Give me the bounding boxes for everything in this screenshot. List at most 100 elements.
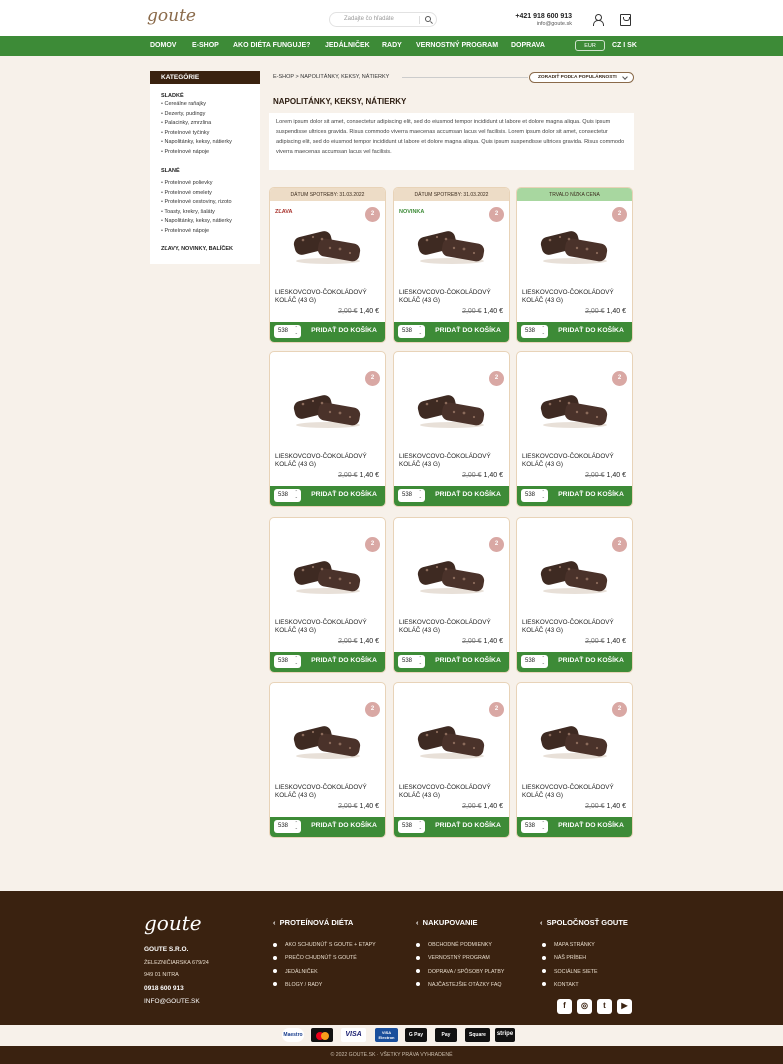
sidebar-group-slane[interactable]: SLANÉ [161, 168, 180, 174]
sidebar-item[interactable]: Cereálne raňajky [161, 100, 232, 110]
add-to-cart-button[interactable]: PRIDAŤ DO KOŠÍKA [429, 657, 507, 664]
footer-logo[interactable]: goute [144, 911, 202, 935]
site-logo[interactable]: goute [147, 6, 196, 26]
product-name[interactable]: LIESKOVCOVO-ČOKOLÁDOVÝ KOLÁČ (43 G) [275, 289, 385, 304]
footer-phone[interactable]: 0918 600 913 [144, 985, 184, 992]
sidebar-item[interactable]: Proteínové cestoviny, rizoto [161, 198, 232, 208]
product-image[interactable] [288, 721, 366, 761]
product-card[interactable]: TRVALO NÍZKA CENA 2 LIESKOVCOVO-ČOKOLÁDOVÝ… [516, 187, 633, 343]
header-email[interactable]: info@goute.sk [506, 21, 572, 27]
product-name[interactable]: LIESKOVCOVO-ČOKOLÁDOVÝ KOLÁČ (43 G) [522, 619, 632, 634]
product-card[interactable]: 2 LIESKOVCOVO-ČOKOLÁDOVÝ KOLÁČ (43 G) 2,00… [269, 351, 386, 507]
facebook-icon[interactable]: f [557, 999, 572, 1014]
product-name[interactable]: LIESKOVCOVO-ČOKOLÁDOVÝ KOLÁČ (43 G) [399, 453, 509, 468]
footer-email[interactable]: INFO@GOUTE.SK [144, 998, 200, 1005]
variant-count-badge[interactable]: 2 [489, 702, 504, 717]
product-image[interactable] [288, 556, 366, 596]
quantity-stepper[interactable]: 538 [398, 820, 425, 833]
footer-link[interactable]: OBCHODNÉ PODMIENKY [416, 939, 504, 952]
add-to-cart-button[interactable]: PRIDAŤ DO KOŠÍKA [552, 657, 630, 664]
product-card[interactable]: 2 LIESKOVCOVO-ČOKOLÁDOVÝ KOLÁČ (43 G) 2,00… [393, 517, 510, 673]
variant-count-badge[interactable]: 2 [365, 537, 380, 552]
product-name[interactable]: LIESKOVCOVO-ČOKOLÁDOVÝ KOLÁČ (43 G) [275, 619, 385, 634]
breadcrumb[interactable]: E-SHOP > NAPOLITÁNKY, KEKSY, NÁTIERKY [273, 74, 389, 80]
product-name[interactable]: LIESKOVCOVO-ČOKOLÁDOVÝ KOLÁČ (43 G) [522, 289, 632, 304]
product-name[interactable]: LIESKOVCOVO-ČOKOLÁDOVÝ KOLÁČ (43 G) [522, 784, 632, 799]
quantity-stepper[interactable]: 538 [274, 489, 301, 502]
variant-count-badge[interactable]: 2 [489, 537, 504, 552]
quantity-stepper[interactable]: 538 [274, 820, 301, 833]
add-to-cart-button[interactable]: PRIDAŤ DO KOŠÍKA [552, 822, 630, 829]
product-image[interactable] [535, 226, 613, 266]
product-card[interactable]: 2 LIESKOVCOVO-ČOKOLÁDOVÝ KOLÁČ (43 G) 2,00… [516, 682, 633, 838]
currency-button[interactable]: EUR [575, 40, 605, 51]
product-card[interactable]: 2 LIESKOVCOVO-ČOKOLÁDOVÝ KOLÁČ (43 G) 2,00… [393, 351, 510, 507]
variant-count-badge[interactable]: 2 [365, 371, 380, 386]
product-image[interactable] [288, 226, 366, 266]
product-name[interactable]: LIESKOVCOVO-ČOKOLÁDOVÝ KOLÁČ (43 G) [399, 619, 509, 634]
footer-link[interactable]: DOPRAVA / SPÔSOBY PLATBY [416, 966, 504, 979]
variant-count-badge[interactable]: 2 [612, 702, 627, 717]
product-image[interactable] [412, 556, 490, 596]
sidebar-item[interactable]: Proteínové nápoje [161, 148, 232, 158]
add-to-cart-button[interactable]: PRIDAŤ DO KOŠÍKA [429, 822, 507, 829]
footer-link[interactable]: SOCIÁLNE SIETE [542, 966, 598, 979]
quantity-stepper[interactable]: 538 [274, 325, 301, 338]
sidebar-item[interactable]: Proteínové polievky [161, 179, 232, 189]
add-to-cart-button[interactable]: PRIDAŤ DO KOŠÍKA [552, 327, 630, 334]
footer-link[interactable]: KONTAKT [542, 979, 598, 992]
quantity-stepper[interactable]: 538 [521, 820, 548, 833]
product-name[interactable]: LIESKOVCOVO-ČOKOLÁDOVÝ KOLÁČ (43 G) [275, 453, 385, 468]
product-card[interactable]: DÁTUM SPOTREBY: 31.03.2022 ZĽAVA 2 LIESKOVC… [269, 187, 386, 343]
product-image[interactable] [412, 721, 490, 761]
footer-link[interactable]: VERNOSTNÝ PROGRAM [416, 952, 504, 965]
add-to-cart-button[interactable]: PRIDAŤ DO KOŠÍKA [552, 491, 630, 498]
footer-link[interactable]: NÁŠ PRÍBEH [542, 952, 598, 965]
nav-item-eshop[interactable]: E-SHOP [192, 42, 219, 49]
variant-count-badge[interactable]: 2 [612, 207, 627, 222]
instagram-icon[interactable]: ◎ [577, 999, 592, 1014]
sidebar-item[interactable]: Napolitánky, keksy, nátierky [161, 138, 231, 148]
twitter-icon[interactable]: t [597, 999, 612, 1014]
product-name[interactable]: LIESKOVCOVO-ČOKOLÁDOVÝ KOLÁČ (43 G) [275, 784, 385, 799]
nav-item-vernostny[interactable]: VERNOSTNÝ PROGRAM [416, 42, 498, 49]
add-to-cart-button[interactable]: PRIDAŤ DO KOŠÍKA [429, 491, 507, 498]
add-to-cart-button[interactable]: PRIDAŤ DO KOŠÍKA [305, 327, 383, 334]
user-icon[interactable] [592, 14, 604, 26]
variant-count-badge[interactable]: 2 [365, 702, 380, 717]
quantity-stepper[interactable]: 538 [274, 655, 301, 668]
footer-link[interactable]: JEDÁLNIČEK [273, 966, 376, 979]
product-card[interactable]: 2 LIESKOVCOVO-ČOKOLÁDOVÝ KOLÁČ (43 G) 2,00… [269, 682, 386, 838]
footer-link[interactable]: AKO SCHUDNÚŤ S GOUTE + ETAPY [273, 939, 376, 952]
footer-link[interactable]: NAJČASTEJŠIE OTÁZKY FAQ [416, 979, 504, 992]
sidebar-item[interactable]: Proteínové omelety [161, 189, 232, 199]
nav-item-doprava[interactable]: DOPRAVA [511, 42, 545, 49]
quantity-stepper[interactable]: 538 [398, 325, 425, 338]
sidebar-item[interactable]: Toasty, krekry, šaláty [161, 208, 232, 218]
product-image[interactable] [535, 721, 613, 761]
variant-count-badge[interactable]: 2 [489, 207, 504, 222]
product-card[interactable]: 2 LIESKOVCOVO-ČOKOLÁDOVÝ KOLÁČ (43 G) 2,00… [393, 682, 510, 838]
sidebar-group-zlavy[interactable]: ZĽAVY, NOVINKY, BALÍČEK [161, 246, 233, 252]
product-image[interactable] [412, 226, 490, 266]
sidebar-group-sladke[interactable]: SLADKÉ [161, 93, 184, 99]
variant-count-badge[interactable]: 2 [612, 537, 627, 552]
nav-item-domov[interactable]: DOMOV [150, 42, 176, 49]
add-to-cart-button[interactable]: PRIDAŤ DO KOŠÍKA [305, 491, 383, 498]
cart-icon[interactable] [620, 14, 631, 26]
product-image[interactable] [535, 556, 613, 596]
product-name[interactable]: LIESKOVCOVO-ČOKOLÁDOVÝ KOLÁČ (43 G) [399, 784, 509, 799]
footer-link[interactable]: MAPA STRÁNKY [542, 939, 598, 952]
product-image[interactable] [288, 390, 366, 430]
product-card[interactable]: 2 LIESKOVCOVO-ČOKOLÁDOVÝ KOLÁČ (43 G) 2,00… [516, 351, 633, 507]
sidebar-item[interactable]: Proteínové nápoje [161, 227, 232, 237]
product-name[interactable]: LIESKOVCOVO-ČOKOLÁDOVÝ KOLÁČ (43 G) [399, 289, 509, 304]
sidebar-item[interactable]: Napolitánky, keksy, nátierky [161, 217, 231, 227]
product-card[interactable]: 2 LIESKOVCOVO-ČOKOLÁDOVÝ KOLÁČ (43 G) 2,00… [516, 517, 633, 673]
footer-link[interactable]: BLOGY / RADY [273, 979, 376, 992]
variant-count-badge[interactable]: 2 [612, 371, 627, 386]
nav-item-ako-dieta[interactable]: AKO DIÉTA FUNGUJE? [233, 42, 310, 49]
product-card[interactable]: 2 LIESKOVCOVO-ČOKOLÁDOVÝ KOLÁČ (43 G) 2,00… [269, 517, 386, 673]
header-phone[interactable]: +421 918 600 913 [506, 13, 572, 20]
sidebar-item[interactable]: Proteínové tyčinky [161, 129, 232, 139]
